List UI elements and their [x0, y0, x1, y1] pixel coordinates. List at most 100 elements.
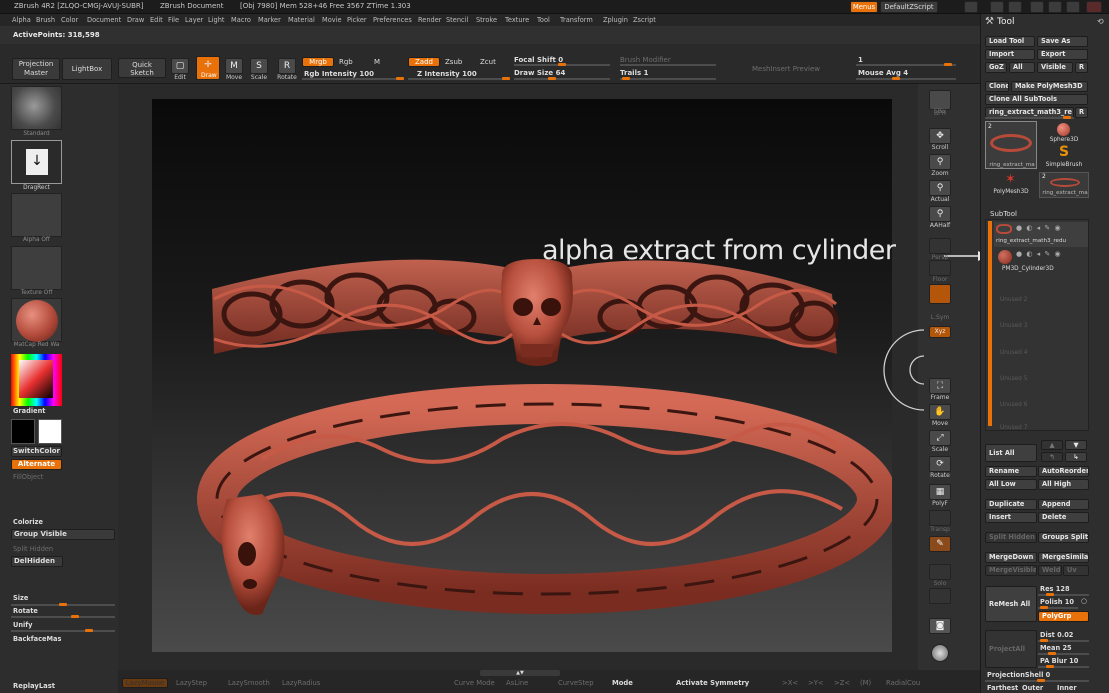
- res-track[interactable]: [1038, 593, 1089, 596]
- subtool-scrollbar[interactable]: [988, 221, 992, 426]
- rgb-intensity-slider[interactable]: Rgb Intensity 100: [304, 70, 374, 78]
- mouse-avg-track[interactable]: [856, 77, 956, 80]
- menu-brush[interactable]: Brush: [36, 16, 55, 24]
- clone-all-subtools-button[interactable]: Clone All SubTools: [985, 94, 1088, 105]
- camera-button[interactable]: ◙: [928, 618, 952, 634]
- save-as-button[interactable]: Save As: [1037, 36, 1088, 47]
- menu-zplugin[interactable]: Zplugin: [603, 16, 628, 24]
- subtool-item-ring[interactable]: ● ◐ ◂ ✎ ◉ ring_extract_math3_redu: [994, 222, 1088, 247]
- menu-draw[interactable]: Draw: [127, 16, 144, 24]
- all-high-button[interactable]: All High: [1038, 479, 1089, 490]
- farthest-button[interactable]: Farthest: [987, 684, 1018, 692]
- mrgb-button[interactable]: Mrgb: [302, 57, 334, 67]
- focal-shift-slider[interactable]: Focal Shift 0: [514, 56, 563, 64]
- lock-icon[interactable]: [1030, 1, 1044, 13]
- document-canvas[interactable]: [152, 99, 897, 652]
- split-hidden-subtool-button[interactable]: Split Hidden: [985, 532, 1037, 543]
- current-tool-r-button[interactable]: R: [1075, 107, 1088, 118]
- z-intensity-slider[interactable]: Z Intensity 100: [417, 70, 477, 78]
- lsym-button[interactable]: L.Sym: [928, 314, 952, 321]
- import-button[interactable]: Import: [985, 49, 1035, 60]
- mode-button[interactable]: Mode: [612, 679, 633, 687]
- unify-track[interactable]: [11, 629, 115, 632]
- rotate-track[interactable]: [11, 615, 115, 618]
- dist-track[interactable]: [1038, 639, 1089, 642]
- menu-picker[interactable]: Picker: [347, 16, 367, 24]
- z-intensity-track[interactable]: [408, 77, 510, 80]
- projection-shell-slider[interactable]: ProjectionShell 0: [987, 671, 1050, 679]
- subtool-visibility-icons[interactable]: ● ◐ ◂ ✎ ◉: [1016, 224, 1062, 232]
- right-shelf-value[interactable]: 1: [858, 56, 863, 64]
- lightbox-button[interactable]: LightBox: [62, 58, 112, 80]
- gradient-button[interactable]: Gradient: [13, 407, 45, 415]
- move-mode-button[interactable]: M Move: [224, 58, 244, 81]
- m-button[interactable]: M: [374, 58, 380, 66]
- all-low-button[interactable]: All Low: [985, 479, 1037, 490]
- tool-thumb-ring[interactable]: 2 ring_extract_ma: [985, 121, 1037, 169]
- autoreorder-button[interactable]: AutoReorder: [1038, 466, 1089, 477]
- fillobject-button[interactable]: FillObject: [13, 473, 43, 481]
- quick-sketch-button[interactable]: Quick Sketch: [118, 58, 166, 78]
- local-button[interactable]: [928, 284, 952, 304]
- load-tool-button[interactable]: Load Tool: [985, 36, 1035, 47]
- sym-m-button[interactable]: (M): [860, 679, 871, 687]
- menu-macro[interactable]: Macro: [231, 16, 251, 24]
- rgb-button[interactable]: Rgb: [339, 58, 353, 66]
- tool-palette-title[interactable]: Tool: [997, 17, 1014, 27]
- spix-button[interactable]: SPix: [928, 108, 952, 115]
- stroke-thumbnail[interactable]: ↓: [11, 140, 62, 184]
- arrow-up-icon[interactable]: ▲: [1041, 440, 1063, 450]
- visible-button[interactable]: Visible: [1037, 62, 1073, 73]
- menu-material[interactable]: Material: [288, 16, 315, 24]
- solo-button[interactable]: Solo: [928, 564, 952, 587]
- size-slider[interactable]: Size: [13, 594, 28, 602]
- transp-button[interactable]: Transp: [928, 510, 952, 533]
- delete-button[interactable]: Delete: [1038, 512, 1089, 523]
- zadd-button[interactable]: Zadd: [408, 57, 440, 67]
- scroll-button[interactable]: ✥ Scroll: [928, 128, 952, 151]
- help-icon[interactable]: [964, 1, 978, 13]
- default-zscript-button[interactable]: DefaultZScript: [880, 1, 938, 13]
- focal-shift-track[interactable]: [514, 63, 610, 66]
- menu-preferences[interactable]: Preferences: [373, 16, 412, 24]
- sym-x-button[interactable]: >X<: [782, 679, 798, 687]
- aahalf-button[interactable]: ⚲ AAHalf: [928, 206, 952, 229]
- xpose-button[interactable]: [928, 588, 952, 604]
- menu-stroke[interactable]: Stroke: [476, 16, 497, 24]
- main-color-swatch[interactable]: [11, 419, 35, 444]
- lazyradius-slider[interactable]: LazyRadius: [282, 679, 320, 687]
- actual-button[interactable]: ⚲ Actual: [928, 180, 952, 203]
- ghost-button[interactable]: ✎: [928, 536, 952, 552]
- res-slider[interactable]: Res 128: [1040, 585, 1070, 593]
- menu-transform[interactable]: Transform: [560, 16, 593, 24]
- zcut-button[interactable]: Zcut: [480, 58, 496, 66]
- menu-alpha[interactable]: Alpha: [12, 16, 31, 24]
- pa-blur-track[interactable]: [1038, 665, 1089, 668]
- mean-slider[interactable]: Mean 25: [1040, 644, 1072, 652]
- tool-thumb-simplebrush[interactable]: S SimpleBrush: [1039, 144, 1089, 170]
- draw-size-slider[interactable]: Draw Size 64: [514, 69, 565, 77]
- rename-button[interactable]: Rename: [985, 466, 1037, 477]
- insert-button[interactable]: Insert: [985, 512, 1037, 523]
- export-button[interactable]: Export: [1037, 49, 1088, 60]
- make-polymesh-button[interactable]: Make PolyMesh3D: [1011, 81, 1088, 92]
- menu-layer[interactable]: Layer: [185, 16, 203, 24]
- color-picker[interactable]: [11, 354, 62, 406]
- alpha-thumbnail[interactable]: [11, 193, 62, 237]
- secondary-color-swatch[interactable]: [38, 419, 62, 444]
- menu-texture[interactable]: Texture: [505, 16, 529, 24]
- replaylast-button[interactable]: ReplayLast: [13, 682, 55, 690]
- menu-tool[interactable]: Tool: [537, 16, 550, 24]
- subtool-header[interactable]: SubTool: [990, 210, 1017, 218]
- material-thumbnail[interactable]: [11, 298, 62, 342]
- move-view-button[interactable]: ✋ Move: [928, 404, 952, 427]
- split-hidden-button[interactable]: Split Hidden: [13, 545, 53, 553]
- tool-thumb-sphere[interactable]: Sphere3D: [1039, 121, 1089, 145]
- lazymouse-button[interactable]: LazyMouse: [122, 678, 168, 688]
- menus-button[interactable]: Menus: [850, 1, 878, 13]
- zsub-button[interactable]: Zsub: [445, 58, 462, 66]
- menu-zscript[interactable]: Zscript: [633, 16, 656, 24]
- projection-master-button[interactable]: Projection Master: [12, 58, 60, 80]
- goz-r-button[interactable]: R: [1075, 62, 1088, 73]
- rgb-intensity-track[interactable]: [302, 77, 404, 80]
